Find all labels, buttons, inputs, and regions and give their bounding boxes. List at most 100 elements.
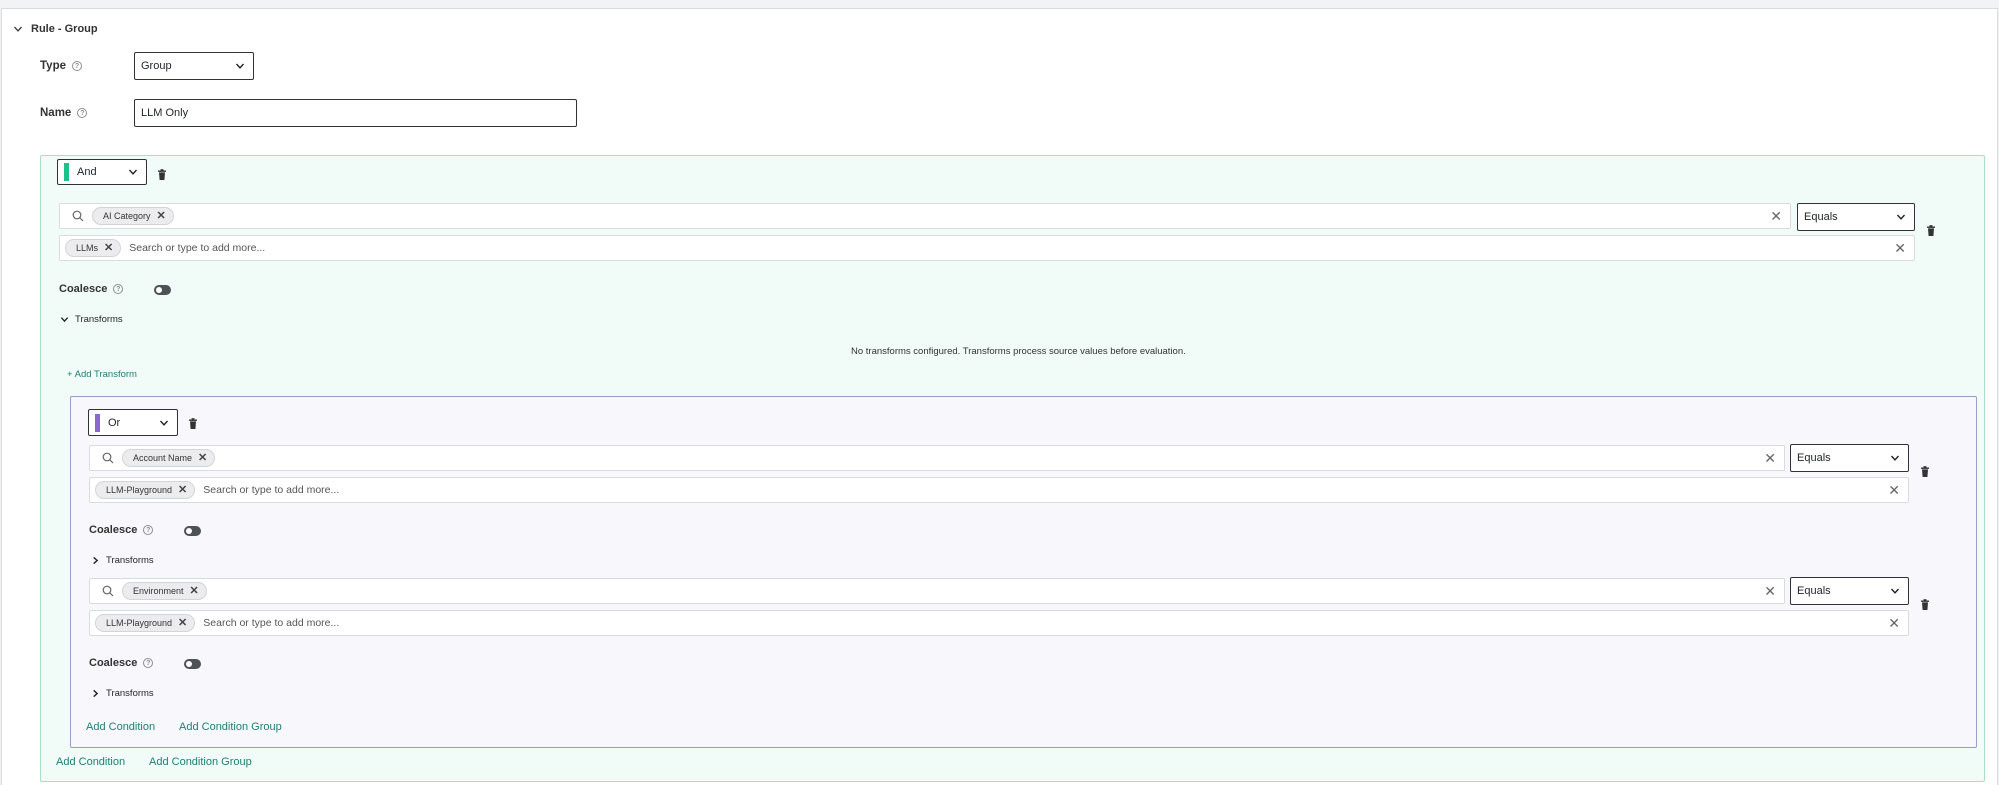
coalesce-toggle[interactable] — [154, 285, 171, 295]
field-chip-label: AI Category — [103, 211, 151, 221]
trash-icon[interactable] — [1920, 466, 1930, 478]
help-icon[interactable]: ? — [143, 525, 154, 535]
trash-icon[interactable] — [157, 169, 167, 181]
help-icon[interactable]: ? — [143, 658, 154, 668]
and-condition1-field[interactable]: AI Category ✕ ✕ — [59, 203, 1791, 229]
name-label-text: Name — [40, 107, 72, 119]
value-search-input[interactable]: Search or type to add more... — [203, 617, 1888, 629]
and-condition1-value[interactable]: LLMs ✕ Search or type to add more... ✕ — [59, 235, 1915, 261]
coalesce-label: Coalesce ? — [59, 283, 124, 295]
name-input-value: LLM Only — [141, 107, 189, 119]
chevron-down-icon[interactable] — [13, 24, 23, 34]
help-icon[interactable]: ? — [77, 108, 88, 118]
coalesce-label: Coalesce ? — [89, 657, 154, 669]
operator-value: Equals — [1797, 452, 1831, 464]
and-add-condition-group-button[interactable]: Add Condition Group — [149, 756, 252, 768]
close-icon[interactable]: ✕ — [1888, 616, 1900, 630]
field-chip: Account Name ✕ — [122, 449, 216, 467]
transforms-toggle[interactable]: Transforms — [91, 555, 154, 566]
chevron-down-icon — [128, 169, 138, 175]
close-icon[interactable]: ✕ — [178, 617, 187, 629]
chevron-right-icon — [93, 689, 99, 698]
close-icon[interactable]: ✕ — [104, 242, 113, 254]
chevron-down-icon — [159, 420, 169, 426]
value-search-input[interactable]: Search or type to add more... — [203, 484, 1888, 496]
rule-title: Rule - Group — [31, 23, 98, 35]
field-chip: AI Category ✕ — [92, 207, 174, 225]
or-condition2-field[interactable]: Environment ✕ ✕ — [89, 578, 1785, 604]
or-add-condition-button[interactable]: Add Condition — [86, 721, 155, 733]
field-chip-label: Environment — [133, 586, 184, 596]
transforms-toggle[interactable]: Transforms — [60, 314, 123, 325]
coalesce-toggle[interactable] — [184, 526, 201, 536]
close-icon[interactable]: ✕ — [1764, 451, 1776, 465]
transforms-label: Transforms — [75, 314, 123, 325]
help-icon[interactable]: ? — [72, 61, 82, 71]
chevron-down-icon — [1896, 214, 1906, 220]
or-operator-value: Or — [108, 416, 121, 429]
or-condition1-field[interactable]: Account Name ✕ ✕ — [89, 445, 1785, 471]
or-operator-select[interactable]: Or — [88, 409, 178, 436]
value-chip: LLM-Playground ✕ — [95, 614, 196, 632]
chevron-down-icon — [60, 317, 69, 323]
value-chip-label: LLMs — [76, 243, 99, 253]
operator-value: Equals — [1804, 211, 1838, 223]
value-search-input[interactable]: Search or type to add more... — [129, 242, 1894, 254]
chevron-down-icon — [1890, 455, 1900, 461]
transforms-label: Transforms — [106, 688, 154, 699]
and-operator-select[interactable]: And — [57, 159, 147, 185]
transforms-label: Transforms — [106, 555, 154, 566]
help-icon[interactable]: ? — [113, 284, 124, 294]
close-icon[interactable]: ✕ — [1894, 241, 1906, 255]
value-chip-label: LLM-Playground — [106, 485, 173, 495]
chevron-down-icon — [235, 63, 245, 69]
coalesce-label: Coalesce ? — [89, 524, 154, 536]
and-add-condition-button[interactable]: Add Condition — [56, 756, 125, 768]
close-icon[interactable]: ✕ — [157, 210, 166, 222]
field-chip-label: Account Name — [133, 453, 193, 463]
or-condition2-value[interactable]: LLM-Playground ✕ Search or type to add m… — [89, 610, 1909, 636]
coalesce-label-text: Coalesce — [89, 657, 138, 669]
transforms-toggle[interactable]: Transforms — [91, 688, 154, 699]
name-input[interactable]: LLM Only — [134, 99, 577, 127]
close-icon[interactable]: ✕ — [178, 484, 187, 496]
close-icon[interactable]: ✕ — [1770, 209, 1782, 223]
or-marker — [95, 413, 100, 432]
type-label-text: Type — [40, 60, 66, 72]
and-operator-value: And — [77, 166, 97, 178]
value-chip: LLM-Playground ✕ — [95, 481, 196, 499]
search-icon — [102, 452, 114, 464]
close-icon[interactable]: ✕ — [1764, 584, 1776, 598]
value-chip: LLMs ✕ — [65, 239, 122, 257]
trash-icon[interactable] — [1926, 225, 1936, 237]
trash-icon[interactable] — [1920, 599, 1930, 611]
add-transform-button[interactable]: + Add Transform — [67, 369, 137, 380]
type-select[interactable]: Group — [134, 52, 254, 80]
close-icon[interactable]: ✕ — [198, 452, 207, 464]
or-add-condition-group-button[interactable]: Add Condition Group — [179, 721, 282, 733]
trash-icon[interactable] — [188, 418, 198, 430]
search-icon — [72, 210, 84, 222]
search-icon — [102, 585, 114, 597]
chevron-right-icon — [93, 556, 99, 565]
or-condition1-operator[interactable]: Equals — [1790, 444, 1909, 472]
coalesce-label-text: Coalesce — [59, 283, 108, 295]
rule-editor: Rule - Group Type ? Group Name ? LLM Onl… — [1, 8, 1998, 785]
chevron-down-icon — [1890, 588, 1900, 594]
name-label: Name ? — [40, 107, 88, 119]
rule-header[interactable]: Rule - Group — [13, 19, 98, 39]
and-condition1-operator[interactable]: Equals — [1797, 203, 1915, 231]
type-label: Type ? — [40, 60, 82, 72]
close-icon[interactable]: ✕ — [1888, 483, 1900, 497]
coalesce-label-text: Coalesce — [89, 524, 138, 536]
and-marker — [64, 163, 69, 181]
coalesce-toggle[interactable] — [184, 659, 201, 669]
transforms-empty-note: No transforms configured. Transforms pro… — [851, 346, 1186, 357]
field-chip: Environment ✕ — [122, 582, 207, 600]
operator-value: Equals — [1797, 585, 1831, 597]
or-condition1-value[interactable]: LLM-Playground ✕ Search or type to add m… — [89, 477, 1909, 503]
type-select-value: Group — [141, 60, 172, 72]
close-icon[interactable]: ✕ — [190, 585, 199, 597]
or-condition2-operator[interactable]: Equals — [1790, 577, 1909, 605]
value-chip-label: LLM-Playground — [106, 618, 173, 628]
